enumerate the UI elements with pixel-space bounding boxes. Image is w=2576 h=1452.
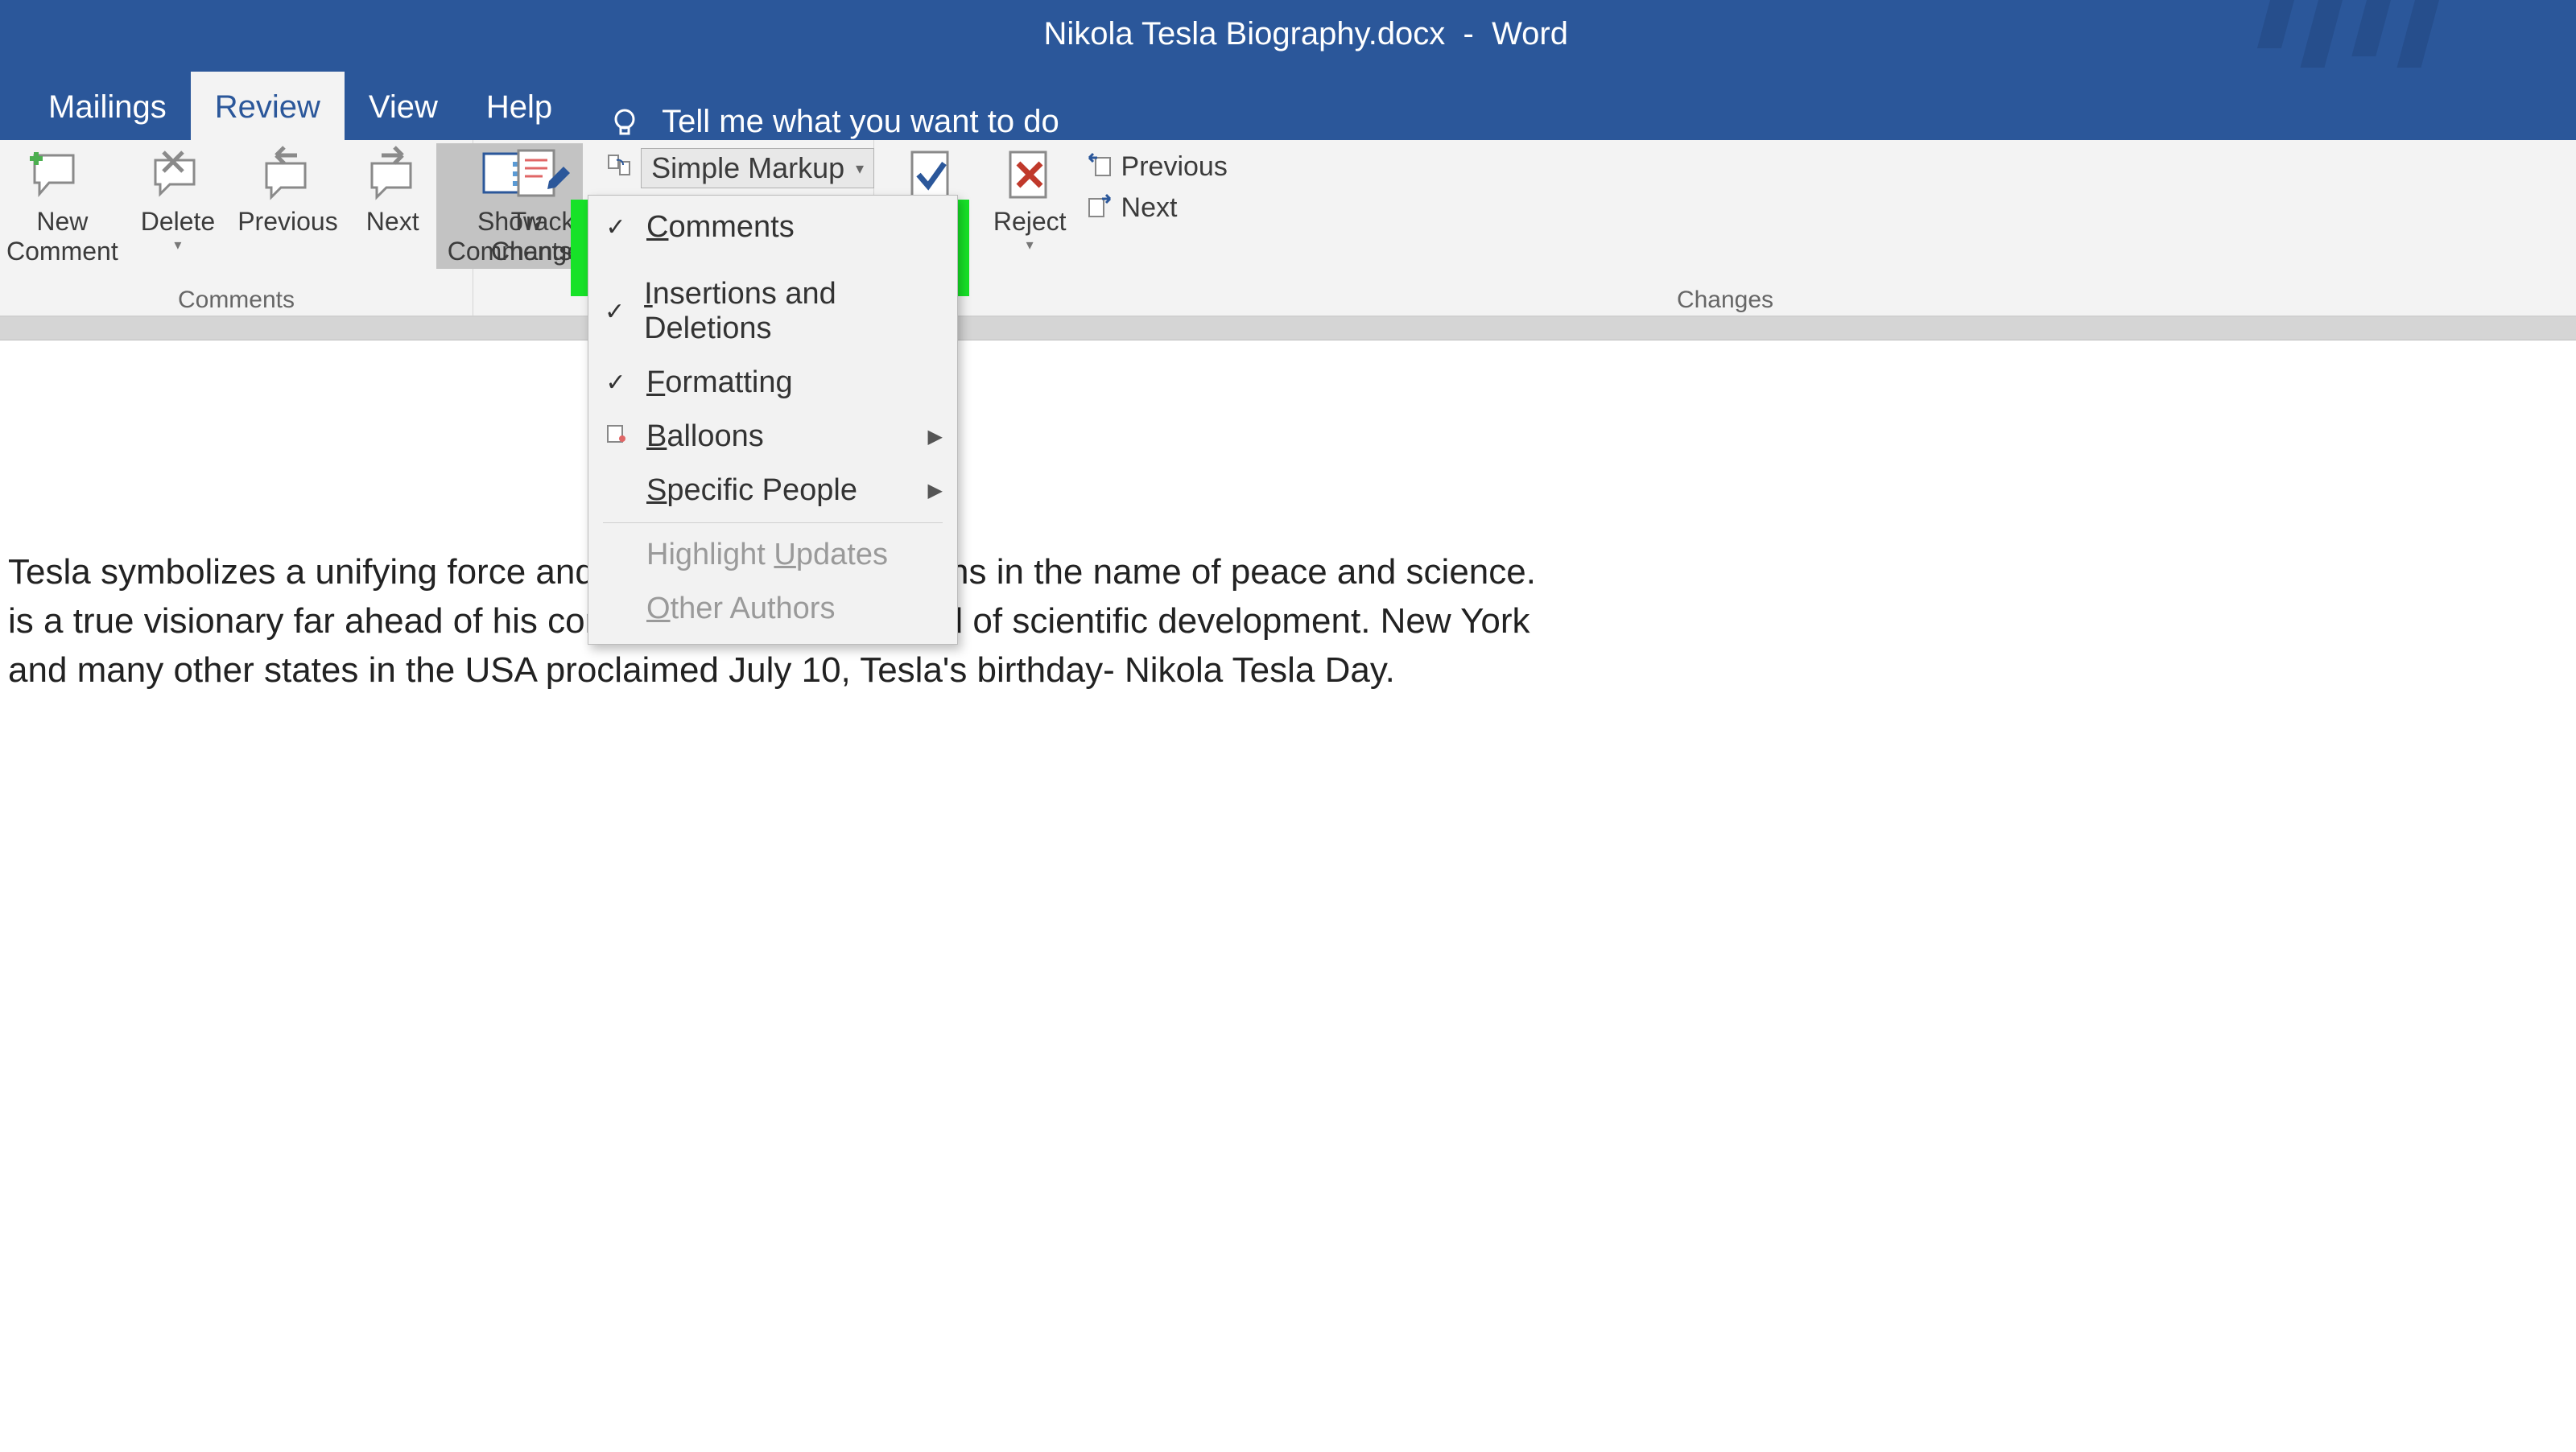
previous-comment-button[interactable]: Previous	[226, 143, 349, 239]
title-bar: Nikola Tesla Biography.docx - Word	[0, 0, 2576, 68]
menu-item-label: Insertions and Deletions	[644, 277, 943, 346]
reject-dropdown-icon: ▾	[1026, 237, 1034, 254]
tell-me-label: Tell me what you want to do	[662, 104, 1059, 140]
menu-item-label: Balloons	[646, 419, 764, 454]
app-name: Word	[1492, 16, 1568, 52]
menu-item-label: Formatting	[646, 365, 793, 400]
document-line: is a true visionary far ahead of his con…	[0, 599, 2576, 648]
delete-comment-icon	[146, 146, 210, 204]
checkmark-icon: ✓	[603, 298, 626, 326]
checkmark-icon: ✓	[603, 369, 629, 397]
ribbon-group-changes: Accept ▾ Reject ▾ Previous	[874, 140, 2576, 316]
previous-comment-label: Previous	[237, 207, 338, 237]
chevron-down-icon: ▾	[856, 159, 864, 179]
menu-item-other-authors: Other Authors	[588, 582, 957, 636]
ribbon: New Comment Delete ▾ Previous N	[0, 140, 2576, 317]
menu-item-label: Specific People	[646, 473, 857, 508]
menu-separator	[603, 522, 943, 523]
previous-change-label: Previous	[1121, 151, 1228, 183]
document-filename: Nikola Tesla Biography.docx	[1044, 16, 1446, 52]
previous-comment-icon	[255, 146, 320, 204]
document-line: Tesla symbolizes a unifying force and in…	[0, 550, 2576, 599]
previous-change-button[interactable]: Previous	[1078, 148, 1236, 186]
tab-help[interactable]: Help	[462, 72, 576, 140]
display-for-review-select[interactable]: Simple Markup ▾	[641, 148, 874, 188]
show-markup-menu: ✓ Comments ✓ Insertions and Deletions ✓ …	[588, 195, 958, 645]
menu-item-specific-people[interactable]: Specific People ▶	[588, 464, 957, 518]
next-change-label: Next	[1121, 192, 1178, 224]
menu-item-label: Comments	[646, 210, 795, 245]
document-area: Tesla symbolizes a unifying force and in…	[0, 317, 2576, 1452]
menu-item-formatting[interactable]: ✓ Formatting	[588, 356, 957, 410]
menu-item-balloons[interactable]: Balloons ▶	[588, 410, 957, 464]
new-comment-label-1: New	[36, 207, 88, 237]
new-comment-button[interactable]: New Comment	[0, 143, 130, 269]
new-comment-icon	[30, 146, 94, 204]
menu-item-highlight-updates: Highlight Updates	[588, 528, 957, 582]
delete-dropdown-icon: ▾	[174, 237, 181, 254]
next-change-icon	[1086, 191, 1113, 225]
tab-view[interactable]: View	[345, 72, 462, 140]
menu-item-label: Highlight Updates	[646, 538, 888, 572]
delete-comment-label: Delete	[141, 207, 216, 237]
tab-mailings[interactable]: Mailings	[24, 72, 191, 140]
next-comment-icon	[361, 146, 425, 204]
changes-group-label: Changes	[881, 287, 2570, 316]
track-changes-icon	[510, 146, 575, 204]
display-for-review-value: Simple Markup	[651, 151, 844, 185]
menu-item-comments[interactable]: ✓ Comments	[588, 200, 957, 254]
balloons-icon	[603, 423, 629, 452]
reject-label: Reject	[993, 207, 1067, 237]
ribbon-tabs: Mailings Review View Help Tell me what y…	[0, 68, 2576, 140]
document-page[interactable]: Tesla symbolizes a unifying force and in…	[0, 340, 2576, 1452]
reject-icon	[997, 146, 1062, 204]
display-for-review-icon	[605, 152, 634, 185]
tell-me-search[interactable]: Tell me what you want to do	[576, 104, 1059, 140]
menu-item-insertions-deletions[interactable]: ✓ Insertions and Deletions	[588, 267, 957, 356]
previous-change-icon	[1086, 150, 1113, 184]
track-changes-label-1: Track	[511, 207, 575, 237]
document-line: and many other states in the USA proclai…	[0, 648, 2576, 697]
next-change-button[interactable]: Next	[1078, 189, 1236, 227]
next-comment-label: Next	[366, 207, 419, 237]
comments-group-label: Comments	[6, 287, 466, 316]
submenu-arrow-icon: ▶	[928, 479, 943, 502]
checkmark-icon: ✓	[603, 213, 629, 241]
submenu-arrow-icon: ▶	[928, 425, 943, 448]
title-separator: -	[1445, 16, 1492, 52]
new-comment-label-2: Comment	[6, 237, 118, 266]
delete-comment-button[interactable]: Delete ▾	[130, 143, 227, 255]
next-comment-button[interactable]: Next	[349, 143, 436, 239]
tab-review[interactable]: Review	[191, 72, 345, 140]
ribbon-group-comments: New Comment Delete ▾ Previous N	[0, 140, 473, 316]
menu-item-label: Other Authors	[646, 592, 835, 626]
reject-button[interactable]: Reject ▾	[982, 143, 1078, 255]
lightbulb-icon	[609, 106, 641, 138]
